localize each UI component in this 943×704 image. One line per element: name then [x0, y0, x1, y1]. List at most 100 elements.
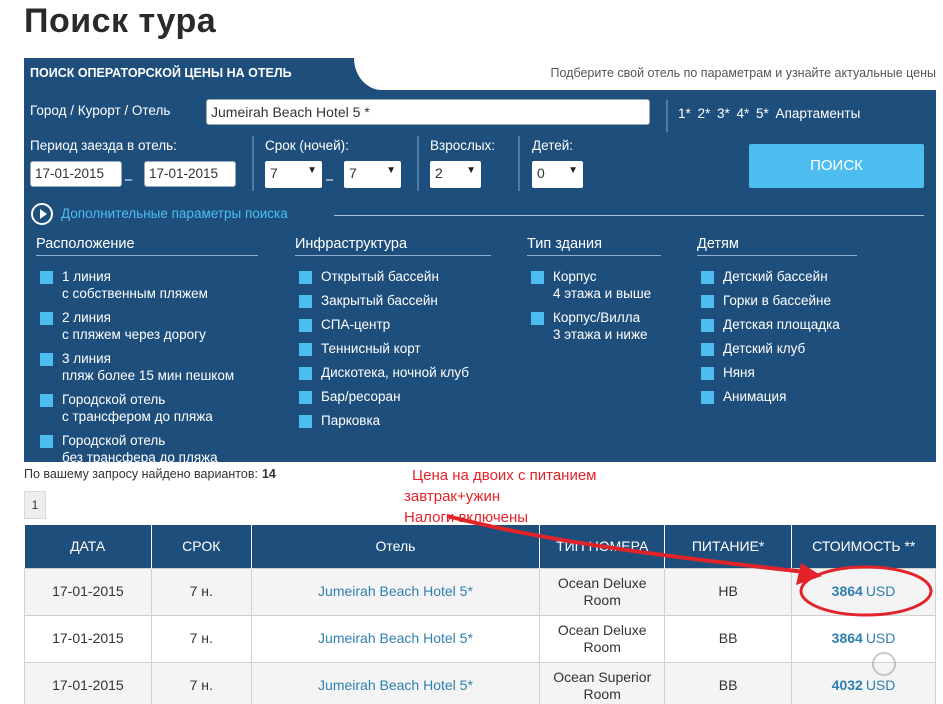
cell-price: 3864 USD [791, 567, 936, 616]
filter-option[interactable]: Теннисный корт [295, 340, 491, 357]
filter-building: Тип здания Корпус 4 этажа и выше Корпус/… [527, 236, 661, 350]
filter-option[interactable]: Парковка [295, 412, 491, 429]
hotel-search-input[interactable]: Jumeirah Beach Hotel 5 * [206, 99, 650, 125]
filter-heading: Тип здания [527, 236, 661, 256]
filter-heading: Расположение [36, 236, 258, 256]
cell-date: 17-01-2015 [24, 567, 152, 616]
checkbox[interactable] [299, 319, 312, 332]
checkbox[interactable] [299, 295, 312, 308]
filter-option[interactable]: Дискотека, ночной клуб [295, 364, 491, 381]
price-link[interactable]: 3864 [832, 630, 863, 646]
checkbox[interactable] [701, 271, 714, 284]
divider [666, 100, 668, 132]
filter-option[interactable]: Анимация [697, 388, 857, 405]
checkbox[interactable] [40, 435, 53, 448]
children-select[interactable]: 0 ▼ [532, 161, 583, 188]
divider [518, 136, 520, 191]
column-header-room[interactable]: ТИП НОМЕРА [539, 525, 666, 568]
checkbox[interactable] [531, 312, 544, 325]
divider [252, 136, 254, 191]
filter-option[interactable]: Горки в бассейне [697, 292, 857, 309]
room-type: Ocean Superior Room [553, 668, 652, 702]
cell-room: Ocean Deluxe Room [539, 567, 666, 616]
results-count-value: 14 [261, 467, 276, 481]
column-header-date[interactable]: ДАТА [24, 525, 152, 568]
advanced-params-link[interactable]: Дополнительные параметры поиска [61, 206, 288, 221]
annotation-line: Цена на двоих с питанием [412, 467, 597, 484]
table-row: 17-01-2015 7 н. Jumeirah Beach Hotel 5* … [24, 661, 936, 704]
adults-value: 2 [435, 165, 443, 181]
checkbox[interactable] [299, 415, 312, 428]
nights-to-value: 7 [349, 165, 357, 181]
checkbox[interactable] [701, 391, 714, 404]
checkbox[interactable] [40, 312, 53, 325]
results-count-label: По вашему запросу найдено вариантов: [24, 467, 258, 481]
panel-header-cutout: Подберите свой отель по параметрам и узн… [354, 58, 936, 90]
checkbox[interactable] [701, 343, 714, 356]
nights-to-select[interactable]: 7 ▼ [344, 161, 401, 188]
nights-from-value: 7 [270, 165, 278, 181]
cell-price: 4032 USD [791, 661, 936, 704]
checkbox[interactable] [40, 271, 53, 284]
filter-option[interactable]: Детская площадка [697, 316, 857, 333]
cell-room: Ocean Superior Room [539, 661, 666, 704]
range-dash: _ [326, 165, 333, 181]
filter-option[interactable]: 3 линия пляж более 15 мин пешком [36, 350, 258, 384]
filter-option[interactable]: Бар/ресоран [295, 388, 491, 405]
panel-hint: Подберите свой отель по параметрам и узн… [550, 66, 937, 80]
filter-option[interactable]: Детский бассейн [697, 268, 857, 285]
filter-option[interactable]: 2 линия с пляжем через дорогу [36, 309, 258, 343]
results-table: ДАТА СРОК Отель ТИП НОМЕРА ПИТАНИЕ* СТОИ… [24, 525, 936, 704]
filter-option[interactable]: Няня [697, 364, 857, 381]
nights-from-select[interactable]: 7 ▼ [265, 161, 322, 188]
cell-price: 3864 USD [791, 614, 936, 663]
hotel-link[interactable]: Jumeirah Beach Hotel 5* [318, 583, 473, 599]
price-link[interactable]: 3864 [832, 583, 863, 599]
column-header-price[interactable]: СТОИМОСТЬ ** [791, 525, 936, 568]
date-to-input[interactable]: 17-01-2015 [144, 161, 236, 187]
adults-select[interactable]: 2 ▼ [430, 161, 481, 188]
checkbox[interactable] [40, 353, 53, 366]
filter-option[interactable]: 1 линия с собственным пляжем [36, 268, 258, 302]
hotel-link[interactable]: Jumeirah Beach Hotel 5* [318, 677, 473, 693]
column-header-hotel[interactable]: Отель [251, 525, 541, 568]
checkbox[interactable] [299, 343, 312, 356]
search-button[interactable]: ПОИСК [749, 144, 924, 188]
hotel-link[interactable]: Jumeirah Beach Hotel 5* [318, 630, 473, 646]
room-type: Ocean Deluxe Room [557, 574, 647, 608]
cell-hotel: Jumeirah Beach Hotel 5* [250, 567, 541, 616]
pagination-page[interactable]: 1 [24, 491, 46, 519]
play-circle-icon[interactable] [31, 203, 53, 225]
cell-nights: 7 н. [150, 661, 252, 704]
checkbox[interactable] [299, 271, 312, 284]
filter-option[interactable]: Городской отель с трансфером до пляжа [36, 391, 258, 425]
search-panel: Подберите свой отель по параметрам и узн… [24, 58, 936, 465]
filter-option[interactable]: Детский клуб [697, 340, 857, 357]
cell-meal: BB [664, 614, 793, 663]
cell-nights: 7 н. [150, 614, 252, 663]
column-header-meal[interactable]: ПИТАНИЕ* [664, 525, 793, 568]
date-from-input[interactable]: 17-01-2015 [30, 161, 122, 187]
checkbox[interactable] [531, 271, 544, 284]
filter-heading: Детям [697, 236, 857, 256]
filter-option[interactable]: Открытый бассейн [295, 268, 491, 285]
chevron-down-icon: ▼ [568, 165, 578, 176]
checkbox[interactable] [40, 394, 53, 407]
filter-option[interactable]: Городской отель без трансфера до пляжа [36, 432, 258, 466]
filter-option[interactable]: Корпус 4 этажа и выше [527, 268, 661, 302]
checkbox[interactable] [701, 367, 714, 380]
checkbox[interactable] [299, 391, 312, 404]
filter-location: Расположение 1 линия с собственным пляже… [36, 236, 258, 473]
star-filter[interactable]: 1* 2* 3* 4* 5* Апартаменты [678, 106, 860, 121]
checkbox[interactable] [701, 319, 714, 332]
cell-date: 17-01-2015 [24, 661, 152, 704]
filter-option[interactable]: Корпус/Вилла 3 этажа и ниже [527, 309, 661, 343]
filter-option[interactable]: СПА-центр [295, 316, 491, 333]
checkbox[interactable] [701, 295, 714, 308]
checkbox[interactable] [299, 367, 312, 380]
range-dash: _ [125, 165, 132, 181]
chevron-down-icon: ▼ [386, 165, 396, 176]
price-link[interactable]: 4032 [832, 677, 863, 693]
filter-option[interactable]: Закрытый бассейн [295, 292, 491, 309]
column-header-nights[interactable]: СРОК [151, 525, 252, 568]
